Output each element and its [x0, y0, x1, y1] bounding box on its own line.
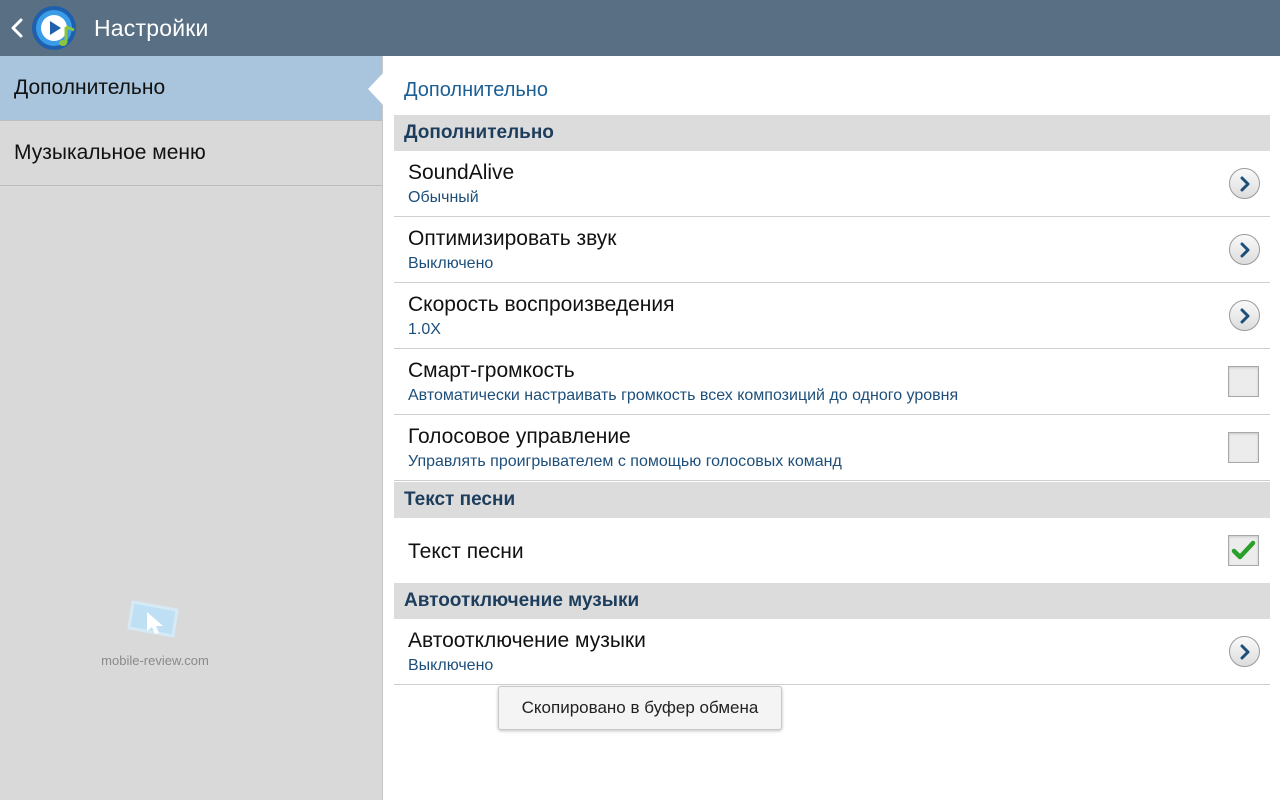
setting-title: Автоотключение музыки — [408, 629, 646, 652]
setting-summary: Выключено — [408, 657, 494, 674]
setting-title: Текст песни — [408, 540, 524, 563]
watermark: mobile-review.com — [100, 596, 210, 668]
watermark-text: mobile-review.com — [101, 653, 209, 668]
chevron-right-icon[interactable] — [1229, 636, 1260, 667]
setting-summary: Обычный — [408, 189, 479, 206]
setting-row-lyrics[interactable]: Текст песни — [394, 518, 1270, 584]
lyrics-checkbox[interactable] — [1228, 535, 1259, 566]
section-header-auto-off: Автоотключение музыки — [394, 583, 1270, 619]
setting-title: Оптимизировать звук — [408, 227, 617, 250]
setting-row-voice-control[interactable]: Голосовое управление Управлять проигрыва… — [394, 415, 1270, 481]
setting-summary: Управлять проигрывателем с помощью голос… — [408, 453, 842, 470]
chevron-right-icon[interactable] — [1229, 168, 1260, 199]
toast-message: Скопировано в буфер обмена — [498, 686, 782, 730]
pane-title: Дополнительно — [404, 79, 548, 101]
voice-control-checkbox[interactable] — [1228, 432, 1259, 463]
sidebar-item-label: Дополнительно — [14, 76, 166, 99]
setting-row-optimize-sound[interactable]: Оптимизировать звук Выключено — [394, 217, 1270, 283]
back-chevron-icon[interactable] — [10, 18, 24, 38]
setting-title: SoundAlive — [408, 161, 515, 184]
setting-title: Скорость воспроизведения — [408, 293, 675, 316]
sidebar-item-music-menu[interactable]: Музыкальное меню — [0, 121, 382, 186]
music-player-app-icon[interactable] — [30, 3, 80, 53]
section-header-lyrics: Текст песни — [394, 482, 1270, 518]
setting-row-smart-volume[interactable]: Смарт-громкость Автоматически настраиват… — [394, 349, 1270, 415]
chevron-right-icon[interactable] — [1229, 234, 1260, 265]
checkmark-icon — [1231, 540, 1256, 560]
app-title: Настройки — [94, 14, 209, 41]
section-header-advanced: Дополнительно — [394, 115, 1270, 151]
sidebar-item-label: Музыкальное меню — [14, 141, 206, 164]
selection-pointer — [368, 72, 384, 106]
setting-row-auto-off[interactable]: Автоотключение музыки Выключено — [394, 619, 1270, 685]
setting-summary: 1.0X — [408, 321, 441, 338]
chevron-right-icon[interactable] — [1229, 300, 1260, 331]
watermark-logo-icon — [127, 600, 179, 638]
setting-row-playback-speed[interactable]: Скорость воспроизведения 1.0X — [394, 283, 1270, 349]
action-bar: Настройки — [0, 0, 1280, 56]
setting-summary: Выключено — [408, 255, 494, 272]
setting-title: Голосовое управление — [408, 425, 631, 448]
sidebar-item-advanced[interactable]: Дополнительно — [0, 56, 382, 121]
smart-volume-checkbox[interactable] — [1228, 366, 1259, 397]
setting-title: Смарт-громкость — [408, 359, 575, 382]
setting-row-soundalive[interactable]: SoundAlive Обычный — [394, 151, 1270, 217]
settings-category-list: Дополнительно Музыкальное меню mobile-re… — [0, 56, 384, 800]
setting-summary: Автоматически настраивать громкость всех… — [408, 387, 959, 404]
